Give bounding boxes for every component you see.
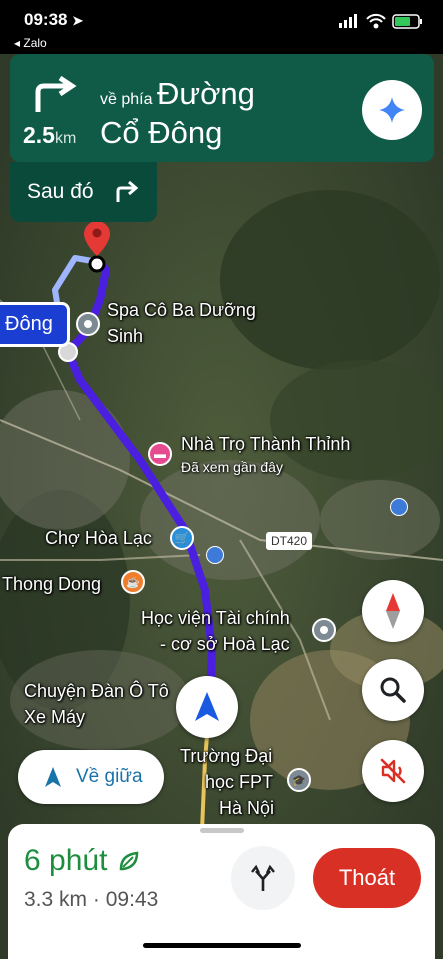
- navigation-banner[interactable]: 2.5km về phía Đường Cổ Đông: [10, 54, 434, 162]
- back-to-app-link[interactable]: ◂ Zalo: [14, 36, 47, 50]
- school-icon[interactable]: 🎓: [287, 768, 311, 792]
- distance-value: 2.5: [23, 122, 55, 148]
- compass-button[interactable]: [362, 580, 424, 642]
- turn-right-icon: [32, 75, 78, 121]
- then-label: Sau đó: [27, 180, 94, 203]
- navigation-arrow-icon: [45, 767, 61, 787]
- recenter-label: Về giữa: [76, 766, 143, 787]
- trip-details: 3.3 km · 09:43: [24, 888, 158, 912]
- cellular-signal-icon: [339, 14, 357, 28]
- distance-unit: km: [54, 130, 77, 147]
- separator-dot: ·: [92, 888, 100, 911]
- place-spa-line1[interactable]: Spa Cô Ba Dưỡng: [107, 300, 256, 321]
- eta-duration: 6 phút: [24, 844, 141, 878]
- shopping-cart-icon[interactable]: 🛒: [170, 526, 194, 550]
- place-chuyen-dan-line1[interactable]: Chuyện Đàn Ô Tô: [24, 681, 169, 702]
- then-panel[interactable]: Sau đó: [10, 162, 157, 222]
- place-spa-line2[interactable]: Sinh: [107, 326, 143, 347]
- coffee-icon[interactable]: ☕: [121, 570, 145, 594]
- exit-navigation-button[interactable]: Thoát: [313, 848, 421, 908]
- trip-bottom-sheet[interactable]: 6 phút 3.3 km · 09:43 Thoát: [8, 824, 435, 959]
- current-street-tag: Đông: [0, 302, 70, 347]
- then-turn-right-icon: [114, 180, 140, 209]
- bus-stop-icon[interactable]: [206, 546, 224, 564]
- place-hoc-vien-line1[interactable]: Học viện Tài chính: [141, 608, 290, 629]
- current-location-puck: [176, 676, 238, 738]
- home-indicator[interactable]: [143, 943, 301, 948]
- place-pin-icon-2[interactable]: [312, 618, 336, 642]
- place-nha-tro-subtitle: Đã xem gần đây: [181, 459, 283, 475]
- place-hoc-vien-line2[interactable]: - cơ sở Hoà Lạc: [160, 634, 290, 655]
- arrival-time: 09:43: [105, 888, 159, 911]
- status-icons: [339, 12, 429, 35]
- recenter-button[interactable]: Về giữa: [18, 750, 164, 804]
- navigation-arrow-icon: [195, 692, 219, 721]
- place-fpt-line2[interactable]: học FPT: [205, 772, 273, 793]
- place-chuyen-dan-line2[interactable]: Xe Máy: [24, 707, 85, 728]
- place-nha-tro[interactable]: Nhà Trọ Thành Thỉnh: [181, 434, 350, 455]
- wifi-icon: [366, 13, 386, 29]
- maneuver-distance: 2.5km: [23, 122, 76, 149]
- status-time: 09:38 ➤: [24, 10, 83, 30]
- eco-leaf-icon: [120, 851, 139, 871]
- search-button[interactable]: [362, 659, 424, 721]
- status-bar: 09:38 ➤ ◂ Zalo: [0, 0, 443, 54]
- maneuver-instruction: về phía Đường Cổ Đông: [100, 76, 360, 151]
- road-shield: DT420: [266, 532, 313, 550]
- direction-prefix: về phía: [100, 91, 153, 108]
- place-fpt-line1[interactable]: Trường Đại: [180, 746, 272, 767]
- place-pin-icon[interactable]: [76, 312, 100, 336]
- battery-icon: [392, 14, 422, 29]
- hotel-icon[interactable]: ▬: [148, 442, 172, 466]
- alternate-routes-button[interactable]: [231, 846, 295, 910]
- trip-distance: 3.3 km: [24, 888, 88, 911]
- place-fpt-line3[interactable]: Hà Nội: [219, 798, 274, 819]
- compass-icon: [386, 593, 400, 629]
- destination-dot: [88, 255, 106, 273]
- search-icon: [380, 677, 406, 703]
- sparkle-icon: [379, 97, 405, 123]
- street-name-line1: Đường: [156, 76, 255, 111]
- location-arrow-icon: ➤: [72, 13, 84, 28]
- sound-off-icon: [380, 758, 406, 784]
- place-thong-dong[interactable]: Thong Dong: [2, 574, 101, 595]
- street-name-line2: Cổ Đông: [100, 115, 223, 150]
- eta-minutes-text: 6 phút: [24, 844, 108, 877]
- sheet-drag-handle[interactable]: [200, 828, 244, 833]
- place-cho-hoa-lac[interactable]: Chợ Hòa Lạc: [45, 528, 152, 549]
- route-fork-icon: [251, 864, 275, 891]
- mute-button[interactable]: [362, 740, 424, 802]
- assistant-button[interactable]: [362, 80, 422, 140]
- time-text: 09:38: [24, 10, 68, 29]
- bus-stop-icon-2[interactable]: [390, 498, 408, 516]
